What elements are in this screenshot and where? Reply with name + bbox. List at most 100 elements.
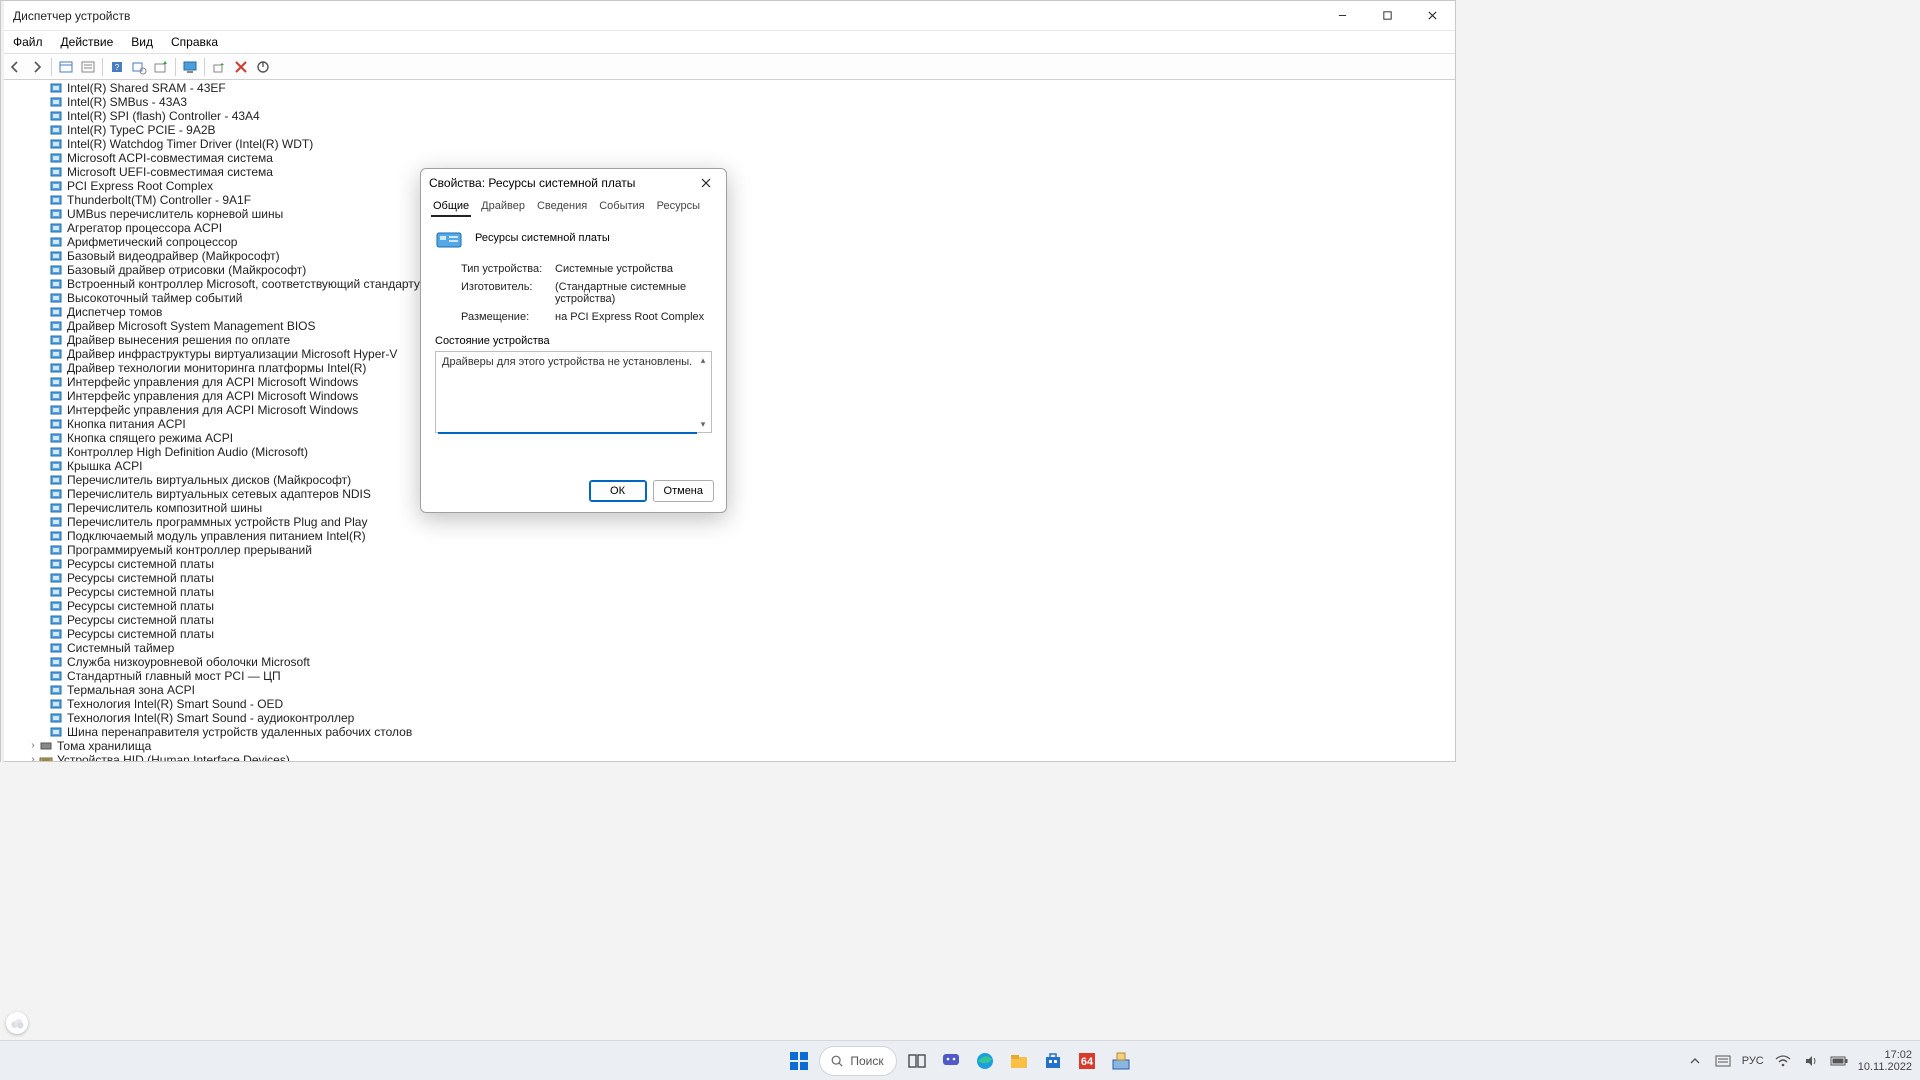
category-item[interactable]: ›Тома хранилища <box>1 739 1455 753</box>
device-item[interactable]: Microsoft ACPI-совместимая система <box>1 151 1455 165</box>
device-item[interactable]: Intel(R) Shared SRAM - 43EF <box>1 81 1455 95</box>
minimize-button[interactable] <box>1320 1 1365 31</box>
device-item[interactable]: PCI Express Root Complex <box>1 179 1455 193</box>
device-item[interactable]: Драйвер вынесения решения по оплате <box>1 333 1455 347</box>
tab-details[interactable]: Сведения <box>535 197 589 217</box>
tab-events[interactable]: События <box>597 197 646 217</box>
device-item[interactable]: Перечислитель композитной шины <box>1 501 1455 515</box>
language-indicator[interactable]: РУС <box>1742 1055 1764 1067</box>
show-hide-tree-icon[interactable] <box>56 57 76 77</box>
close-button[interactable] <box>1410 1 1455 31</box>
device-item[interactable]: Базовый видеодрайвер (Майкрософт) <box>1 249 1455 263</box>
device-item[interactable]: Интерфейс управления для ACPI Microsoft … <box>1 375 1455 389</box>
device-item[interactable]: Intel(R) SPI (flash) Controller - 43A4 <box>1 109 1455 123</box>
device-item[interactable]: Интерфейс управления для ACPI Microsoft … <box>1 389 1455 403</box>
chip-icon <box>49 138 63 150</box>
scroll-up-icon[interactable]: ▴ <box>697 354 709 366</box>
back-icon[interactable] <box>5 57 25 77</box>
device-item[interactable]: Microsoft UEFI-совместимая система <box>1 165 1455 179</box>
tab-driver[interactable]: Драйвер <box>479 197 527 217</box>
scan-icon[interactable] <box>129 57 149 77</box>
device-item[interactable]: Технология Intel(R) Smart Sound - аудиок… <box>1 711 1455 725</box>
update-driver-icon[interactable] <box>151 57 171 77</box>
device-item[interactable]: Кнопка питания ACPI <box>1 417 1455 431</box>
device-item[interactable]: Ресурсы системной платы <box>1 613 1455 627</box>
device-item[interactable]: Intel(R) Watchdog Timer Driver (Intel(R)… <box>1 137 1455 151</box>
maximize-button[interactable] <box>1365 1 1410 31</box>
weather-widget-icon[interactable] <box>6 1012 28 1034</box>
explorer-icon[interactable] <box>1005 1047 1033 1075</box>
device-item[interactable]: Шина перенаправителя устройств удаленных… <box>1 725 1455 739</box>
taskbar-search[interactable]: Поиск <box>819 1046 896 1076</box>
menu-help[interactable]: Справка <box>163 33 226 51</box>
tray-chevron-icon[interactable] <box>1686 1052 1704 1070</box>
device-item[interactable]: Кнопка спящего режима ACPI <box>1 431 1455 445</box>
expand-icon[interactable]: › <box>27 753 39 761</box>
device-item[interactable]: Ресурсы системной платы <box>1 557 1455 571</box>
device-item[interactable]: Базовый драйвер отрисовки (Майкрософт) <box>1 263 1455 277</box>
chip-icon <box>49 236 63 248</box>
menu-file[interactable]: Файл <box>5 33 51 51</box>
chat-icon[interactable] <box>937 1047 965 1075</box>
device-item[interactable]: Перечислитель виртуальных дисков (Майкро… <box>1 473 1455 487</box>
device-item[interactable]: Перечислитель программных устройств Plug… <box>1 515 1455 529</box>
device-item[interactable]: Агрегатор процессора ACPI <box>1 221 1455 235</box>
help-icon[interactable]: ? <box>107 57 127 77</box>
device-item[interactable]: Драйвер технологии мониторинга платформы… <box>1 361 1455 375</box>
ok-button[interactable]: ОК <box>589 480 647 502</box>
device-item[interactable]: Арифметический сопроцессор <box>1 235 1455 249</box>
device-item[interactable]: Intel(R) SMBus - 43A3 <box>1 95 1455 109</box>
volume-icon[interactable] <box>1802 1052 1820 1070</box>
device-item[interactable]: Intel(R) TypeC PCIE - 9A2B <box>1 123 1455 137</box>
battery-icon[interactable] <box>1830 1052 1848 1070</box>
device-item[interactable]: Стандартный главный мост PCI — ЦП <box>1 669 1455 683</box>
scroll-down-icon[interactable]: ▾ <box>697 418 709 430</box>
device-item[interactable]: Драйвер инфраструктуры виртуализации Mic… <box>1 347 1455 361</box>
store-icon[interactable] <box>1039 1047 1067 1075</box>
category-item[interactable]: ›Устройства HID (Human Interface Devices… <box>1 753 1455 761</box>
device-item[interactable]: Термальная зона ACPI <box>1 683 1455 697</box>
wifi-icon[interactable] <box>1774 1052 1792 1070</box>
device-item[interactable]: Крышка ACPI <box>1 459 1455 473</box>
device-item[interactable]: UMBus перечислитель корневой шины <box>1 207 1455 221</box>
device-item[interactable]: Технология Intel(R) Smart Sound - OED <box>1 697 1455 711</box>
device-item[interactable]: Контроллер High Definition Audio (Micros… <box>1 445 1455 459</box>
device-item[interactable]: Thunderbolt(TM) Controller - 9A1F <box>1 193 1455 207</box>
disable-icon[interactable] <box>231 57 251 77</box>
menu-action[interactable]: Действие <box>53 33 122 51</box>
device-item[interactable]: Служба низкоуровневой оболочки Microsoft <box>1 655 1455 669</box>
keyboard-icon[interactable] <box>1714 1052 1732 1070</box>
device-item[interactable]: Интерфейс управления для ACPI Microsoft … <box>1 403 1455 417</box>
clock[interactable]: 17:02 10.11.2022 <box>1858 1049 1912 1073</box>
forward-icon[interactable] <box>27 57 47 77</box>
device-item[interactable]: Драйвер Microsoft System Management BIOS <box>1 319 1455 333</box>
device-item[interactable]: Ресурсы системной платы <box>1 627 1455 641</box>
properties-icon[interactable] <box>78 57 98 77</box>
device-item[interactable]: Перечислитель виртуальных сетевых адапте… <box>1 487 1455 501</box>
dialog-close-icon[interactable] <box>694 171 718 195</box>
device-item[interactable]: Диспетчер томов <box>1 305 1455 319</box>
device-item[interactable]: Ресурсы системной платы <box>1 599 1455 613</box>
computer-icon[interactable] <box>180 57 200 77</box>
status-textbox[interactable]: Драйверы для этого устройства не установ… <box>435 351 712 433</box>
device-item[interactable]: Системный таймер <box>1 641 1455 655</box>
tab-resources[interactable]: Ресурсы <box>655 197 702 217</box>
edge-icon[interactable] <box>971 1047 999 1075</box>
device-item[interactable]: Подключаемый модуль управления питанием … <box>1 529 1455 543</box>
menu-view[interactable]: Вид <box>123 33 161 51</box>
task-view-icon[interactable] <box>903 1047 931 1075</box>
device-manager-taskbar-icon[interactable] <box>1107 1047 1135 1075</box>
device-item[interactable]: Ресурсы системной платы <box>1 571 1455 585</box>
app-red-icon[interactable]: 64 <box>1073 1047 1101 1075</box>
device-tree[interactable]: Intel(R) Shared SRAM - 43EFIntel(R) SMBu… <box>1 81 1455 761</box>
device-item[interactable]: Встроенный контроллер Microsoft, соответ… <box>1 277 1455 291</box>
enable-icon[interactable] <box>209 57 229 77</box>
device-item[interactable]: Программируемый контроллер прерываний <box>1 543 1455 557</box>
start-button[interactable] <box>785 1047 813 1075</box>
device-item[interactable]: Высокоточный таймер событий <box>1 291 1455 305</box>
device-item[interactable]: Ресурсы системной платы <box>1 585 1455 599</box>
tab-general[interactable]: Общие <box>431 197 471 217</box>
cancel-button[interactable]: Отмена <box>653 480 714 502</box>
uninstall-icon[interactable] <box>253 57 273 77</box>
expand-icon[interactable]: › <box>27 739 39 753</box>
